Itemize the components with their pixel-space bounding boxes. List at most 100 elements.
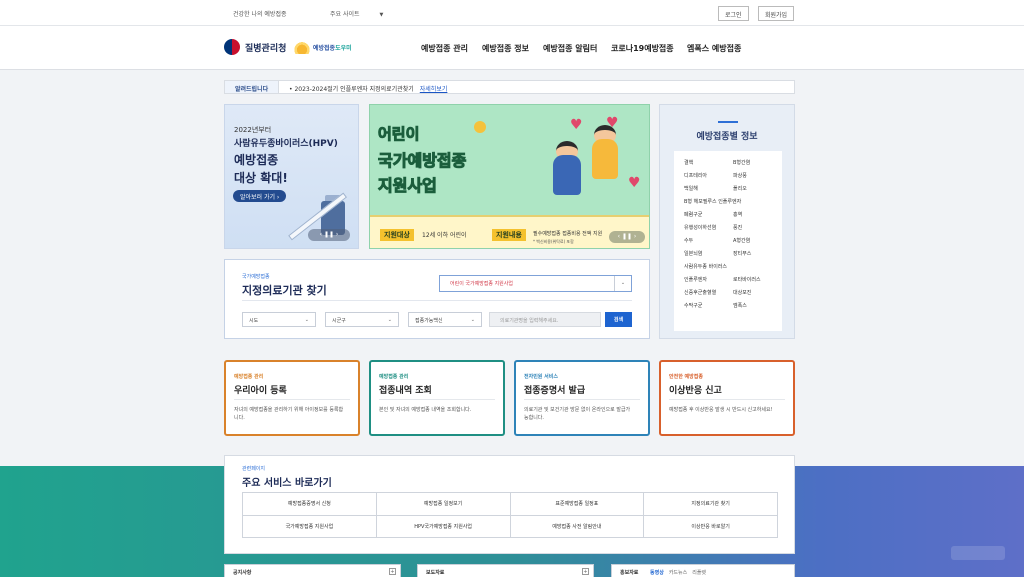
notice-item[interactable]: • 2023-2024절기 인플루엔자 지정의료기관찾기 [289,86,414,93]
banner-slider-control[interactable]: ‹ ❚❚ › [609,231,645,243]
divider [524,399,640,400]
vaccination-history-card[interactable]: 예방접종 관리 접종내역 조회 본인 및 자녀의 예방접종 내역을 조회합니다. [369,360,505,436]
card-title: 우리아이 등록 [234,386,287,396]
certificate-issue-card[interactable]: 전자민원 서비스 접종증명서 발급 의료기관 및 보건기관 방문 없이 온라인으… [514,360,650,436]
shortcuts-label: 관련페이지 [242,466,266,472]
vaccine-link[interactable]: 결핵 [684,159,733,172]
child-vaccination-banner[interactable]: 어린이 국가예방접종 지원사업 ♥ ♥ ♥ 지원대상 12세 이하 어린이 지원… [369,104,650,249]
shortcut-link[interactable]: 국가예방접종 지원사업 [243,515,377,538]
clinic-name-input[interactable]: 의료기관명을 입력해주세요. [489,312,601,327]
tab-card-news[interactable]: 카드뉴스 [669,570,687,576]
kdca-logo[interactable]: 질병관리청 [224,39,286,55]
plus-icon[interactable]: + [389,568,396,575]
sigungu-select[interactable]: 시군구 ⌄ [325,312,399,327]
pr-board: 홍보자료 동영상 카드뉴스 리플렛 [611,564,795,577]
notice-label: 알려드립니다 [225,81,279,93]
shortcut-link[interactable]: 예방접종 일정보기 [376,493,511,516]
divider [242,300,632,301]
pr-tabs: 동영상 카드뉴스 리플렛 [650,569,711,576]
nav-covid19[interactable]: 코로나19예방접종 [611,43,674,54]
my-vaccination-link[interactable]: 건강한 나의 예방접종 [233,9,287,18]
chevron-down-icon: ⌄ [614,276,631,291]
board-title[interactable]: 공지사항 [233,569,251,576]
vaccination-helper-logo[interactable]: 예방접종도우미 [294,40,352,54]
register-child-card[interactable]: 예방접종 관리 우리아이 등록 자녀의 예방접종을 관리하기 위해 아이정보를 … [224,360,360,436]
vaccine-link[interactable]: 디프테리아 [684,172,733,185]
vaccine-link[interactable]: 엠폭스 [733,302,782,315]
list-item: 백일해 폴리오 [684,185,782,198]
vaccine-link[interactable]: 인플루엔자 [684,276,733,289]
child-illustration [592,139,618,179]
vaccine-link[interactable]: 백일해 [684,185,733,198]
plus-icon[interactable]: + [582,568,589,575]
list-item: 결핵 B형간염 [684,159,782,172]
adverse-reaction-card[interactable]: 안전한 예방접종 이상반응 신고 예방접종 후 이상반응 발생 시 반드시 신고… [659,360,795,436]
vaccine-link[interactable]: 유행성이하선염 [684,224,733,237]
list-item: 신증후군출혈열 대상포진 [684,289,782,302]
vaccine-link[interactable]: 일본뇌염 [684,250,733,263]
shortcut-link[interactable]: 예방접종 사전 알림안내 [510,515,645,538]
sido-select[interactable]: 시도 ⌄ [242,312,316,327]
divider [234,399,350,400]
shortcuts-panel: 관련페이지 주요 서비스 바로가기 예방접종증명서 신청 예방접종 일정보기 표… [224,455,795,554]
shortcut-link[interactable]: 예방접종증명서 신청 [243,493,377,516]
search-button[interactable]: 검색 [605,312,632,327]
vaccine-link[interactable]: B형간염 [733,159,782,172]
card-category: 안전한 예방접종 [669,374,703,380]
card-category: 예방접종 관리 [234,374,264,380]
hpv-learn-more-button[interactable]: 알아보러 가기 › [233,190,287,202]
support-content-tag: 지원내용 [492,229,526,241]
org-name: 질병관리청 [245,43,287,54]
vaccine-link[interactable]: 홍역 [733,211,782,224]
vaccine-select[interactable]: 접종가능백신 ⌄ [408,312,482,327]
hpv-line2: 사람유두종바이러스(HPV) [234,139,338,149]
vaccine-link[interactable]: 폴리오 [733,185,782,198]
nav-vaccination-management[interactable]: 예방접종 관리 [421,43,468,54]
hpv-banner[interactable]: 2022년부터 사람유두종바이러스(HPV) 예방접종 대상 확대! 알아보러 … [224,104,359,249]
card-title: 접종증명서 발급 [524,386,586,396]
vaccine-link[interactable]: B형 헤모필루스 인플루엔자 [684,198,782,211]
join-button[interactable]: 회원가입 [758,6,795,21]
taegeuk-emblem-icon [224,39,240,55]
press-board: 보도자료 + [417,564,594,577]
list-item: 유행성이하선염 풍진 [684,224,782,237]
shortcut-link[interactable]: HPV국가예방접종 지원사업 [376,515,511,538]
vaccine-info-title: 예방접종별 정보 [696,132,758,142]
nav-vaccination-info[interactable]: 예방접종 정보 [482,43,529,54]
shortcut-link[interactable]: 지정의료기관 찾기 [644,493,778,516]
watermark [951,546,1005,560]
vaccine-link[interactable]: 파상풍 [733,172,782,185]
tab-video[interactable]: 동영상 [650,570,664,576]
notice-more-link[interactable]: 자세히보기 [420,86,448,93]
hpv-slider-control[interactable]: ‹ ❚❚ › [308,229,350,241]
banner-info-panel: 지원대상 12세 이하 어린이 지원내용 필수예방접종 접종비용 전액 지원 *… [370,215,649,248]
nav-vaccination-notice[interactable]: 예방접종 알림터 [543,43,597,54]
vaccine-link[interactable]: 폐렴구균 [684,211,733,224]
nav-mpox[interactable]: 엠폭스 예방접종 [687,43,741,54]
vaccine-link[interactable]: 수막구균 [684,302,733,315]
shortcut-link[interactable]: 표준예방접종 일정표 [510,493,645,516]
vaccine-info-panel: 예방접종별 정보 결핵 B형간염 디프테리아 파상풍 백일해 폴리오 B형 헤모필루스… [659,104,795,339]
banner-title-3: 지원사업 [378,176,438,196]
heart-icon: ♥ [628,175,641,191]
vaccine-link[interactable]: 장티푸스 [733,250,782,263]
vaccine-link[interactable]: 대상포진 [733,289,782,302]
vaccine-link[interactable]: A형간염 [733,237,782,250]
vaccine-link[interactable]: 사람유두종 바이러스 [684,263,782,276]
board-title[interactable]: 보도자료 [426,569,444,576]
child-illustration [553,155,581,195]
program-select[interactable]: 어린이 국가예방접종 지원사업 ⌄ [439,275,632,292]
tab-leaflet[interactable]: 리플렛 [692,570,706,576]
board-title: 홍보자료 [620,570,639,576]
vaccine-link[interactable]: 로타바이러스 [733,276,782,289]
vaccine-link[interactable]: 신증후군출혈열 [684,289,733,302]
heart-icon: ♥ [570,117,583,133]
login-button[interactable]: 로그인 [718,6,749,21]
banner-title-1: 어린이 [377,125,420,144]
notice-bar: 알려드립니다 • 2023-2024절기 인플루엔자 지정의료기관찾기 자세히보기 [224,80,795,94]
vaccine-link[interactable]: 풍진 [733,224,782,237]
major-sites-select[interactable]: 주요 사이트 ▼ [330,9,383,18]
shortcut-link[interactable]: 이상반응 바로알기 [644,515,778,538]
vaccine-link[interactable]: 수두 [684,237,733,250]
notice-text: • 2023-2024절기 인플루엔자 지정의료기관찾기 자세히보기 [289,84,447,93]
